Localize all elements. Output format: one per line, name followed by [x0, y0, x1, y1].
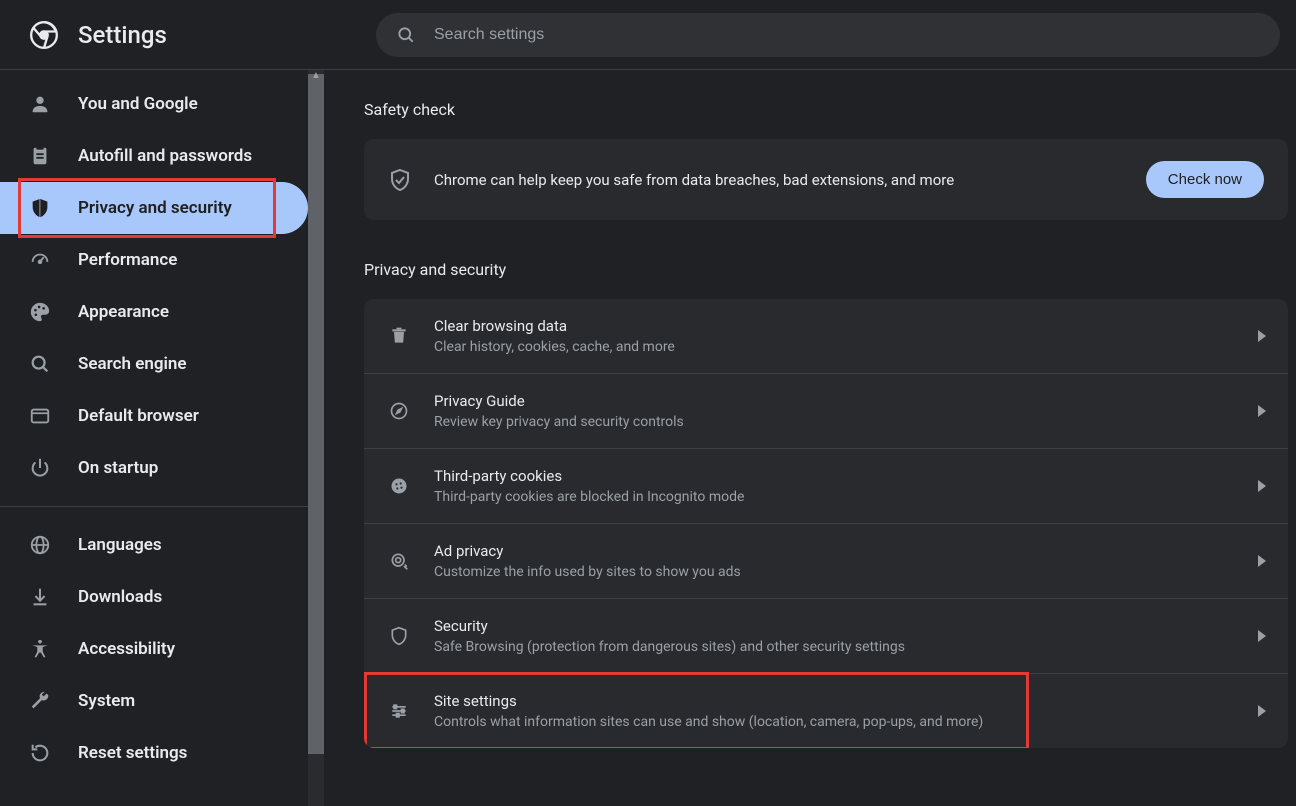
page-title: Settings — [78, 21, 167, 49]
safety-check-text: Chrome can help keep you safe from data … — [434, 171, 1146, 189]
shield-check-icon — [388, 168, 412, 192]
chrome-logo-icon — [30, 21, 58, 49]
sidebar-item-label: You and Google — [78, 94, 198, 114]
sidebar-item-label: Languages — [78, 535, 162, 555]
sidebar-item-performance[interactable]: Performance — [0, 234, 308, 286]
chevron-right-icon — [1258, 705, 1266, 717]
row-site-settings[interactable]: Site settings Controls what information … — [364, 674, 1288, 748]
privacy-list: Clear browsing data Clear history, cooki… — [364, 299, 1288, 748]
compass-icon — [386, 401, 412, 421]
body-area: You and Google Autofill and passwords Pr… — [0, 70, 1296, 806]
sidebar-item-appearance[interactable]: Appearance — [0, 286, 308, 338]
chevron-right-icon — [1258, 405, 1266, 417]
speedometer-icon — [28, 248, 52, 272]
row-title: Clear browsing data — [434, 317, 1258, 335]
row-title: Site settings — [434, 692, 1258, 710]
row-subtitle: Review key privacy and security controls — [434, 414, 1258, 430]
row-subtitle: Clear history, cookies, cache, and more — [434, 339, 1258, 355]
sidebar-item-label: On startup — [78, 458, 158, 478]
sidebar-scrollbar[interactable]: ▲ — [308, 70, 324, 806]
search-input[interactable] — [434, 26, 1260, 44]
sidebar-item-privacy-security[interactable]: Privacy and security — [0, 182, 308, 234]
sidebar-item-autofill[interactable]: Autofill and passwords — [0, 130, 308, 182]
search-icon — [396, 25, 416, 45]
accessibility-icon — [28, 637, 52, 661]
sidebar-item-label: Appearance — [78, 302, 169, 322]
clipboard-icon — [28, 144, 52, 168]
ad-target-icon — [386, 551, 412, 571]
sidebar-item-accessibility[interactable]: Accessibility — [0, 623, 308, 675]
sidebar-item-downloads[interactable]: Downloads — [0, 571, 308, 623]
sidebar-item-label: Search engine — [78, 354, 187, 374]
row-title: Privacy Guide — [434, 392, 1258, 410]
chevron-right-icon — [1258, 330, 1266, 342]
row-ad-privacy[interactable]: Ad privacy Customize the info used by si… — [364, 524, 1288, 599]
chevron-right-icon — [1258, 480, 1266, 492]
sidebar-item-label: Reset settings — [78, 743, 187, 763]
globe-icon — [28, 533, 52, 557]
header-bar: Settings — [0, 0, 1296, 70]
row-subtitle: Controls what information sites can use … — [434, 714, 1258, 730]
row-privacy-guide[interactable]: Privacy Guide Review key privacy and sec… — [364, 374, 1288, 449]
sidebar-item-label: Privacy and security — [78, 198, 232, 218]
row-clear-browsing-data[interactable]: Clear browsing data Clear history, cooki… — [364, 299, 1288, 374]
sidebar-item-languages[interactable]: Languages — [0, 519, 308, 571]
row-subtitle: Safe Browsing (protection from dangerous… — [434, 639, 1258, 655]
scrollbar-thumb[interactable] — [308, 74, 324, 754]
chevron-right-icon — [1258, 555, 1266, 567]
power-icon — [28, 456, 52, 480]
row-third-party-cookies[interactable]: Third-party cookies Third-party cookies … — [364, 449, 1288, 524]
sidebar: You and Google Autofill and passwords Pr… — [0, 70, 324, 806]
sidebar-item-label: Downloads — [78, 587, 162, 607]
trash-icon — [386, 326, 412, 346]
shield-icon — [28, 196, 52, 220]
sidebar-item-label: Performance — [78, 250, 177, 270]
row-title: Ad privacy — [434, 542, 1258, 560]
sidebar-divider — [0, 506, 308, 507]
sidebar-item-label: Autofill and passwords — [78, 146, 252, 166]
person-icon — [28, 92, 52, 116]
sliders-icon — [386, 701, 412, 721]
safety-section-title: Safety check — [364, 100, 1288, 119]
scroll-up-icon[interactable]: ▲ — [310, 70, 322, 82]
sidebar-item-on-startup[interactable]: On startup — [0, 442, 308, 494]
reset-icon — [28, 741, 52, 765]
chevron-right-icon — [1258, 630, 1266, 642]
privacy-section-title: Privacy and security — [364, 260, 1288, 279]
row-subtitle: Customize the info used by sites to show… — [434, 564, 1258, 580]
safety-check-card: Chrome can help keep you safe from data … — [364, 139, 1288, 220]
cookie-icon — [386, 476, 412, 496]
shield-outline-icon — [386, 626, 412, 646]
sidebar-item-system[interactable]: System — [0, 675, 308, 727]
sidebar-item-label: Default browser — [78, 406, 199, 426]
sidebar-item-default-browser[interactable]: Default browser — [0, 390, 308, 442]
main-content: Safety check Chrome can help keep you sa… — [324, 70, 1296, 806]
check-now-button[interactable]: Check now — [1146, 161, 1264, 198]
download-icon — [28, 585, 52, 609]
search-bar[interactable] — [376, 13, 1280, 57]
sidebar-item-label: Accessibility — [78, 639, 175, 659]
header-left: Settings — [16, 21, 376, 49]
sidebar-item-search-engine[interactable]: Search engine — [0, 338, 308, 390]
sidebar-item-reset[interactable]: Reset settings — [0, 727, 308, 779]
search-icon — [28, 352, 52, 376]
row-subtitle: Third-party cookies are blocked in Incog… — [434, 489, 1258, 505]
sidebar-item-you-and-google[interactable]: You and Google — [0, 78, 308, 130]
palette-icon — [28, 300, 52, 324]
wrench-icon — [28, 689, 52, 713]
row-title: Security — [434, 617, 1258, 635]
sidebar-item-label: System — [78, 691, 135, 711]
row-title: Third-party cookies — [434, 467, 1258, 485]
row-security[interactable]: Security Safe Browsing (protection from … — [364, 599, 1288, 674]
browser-icon — [28, 404, 52, 428]
